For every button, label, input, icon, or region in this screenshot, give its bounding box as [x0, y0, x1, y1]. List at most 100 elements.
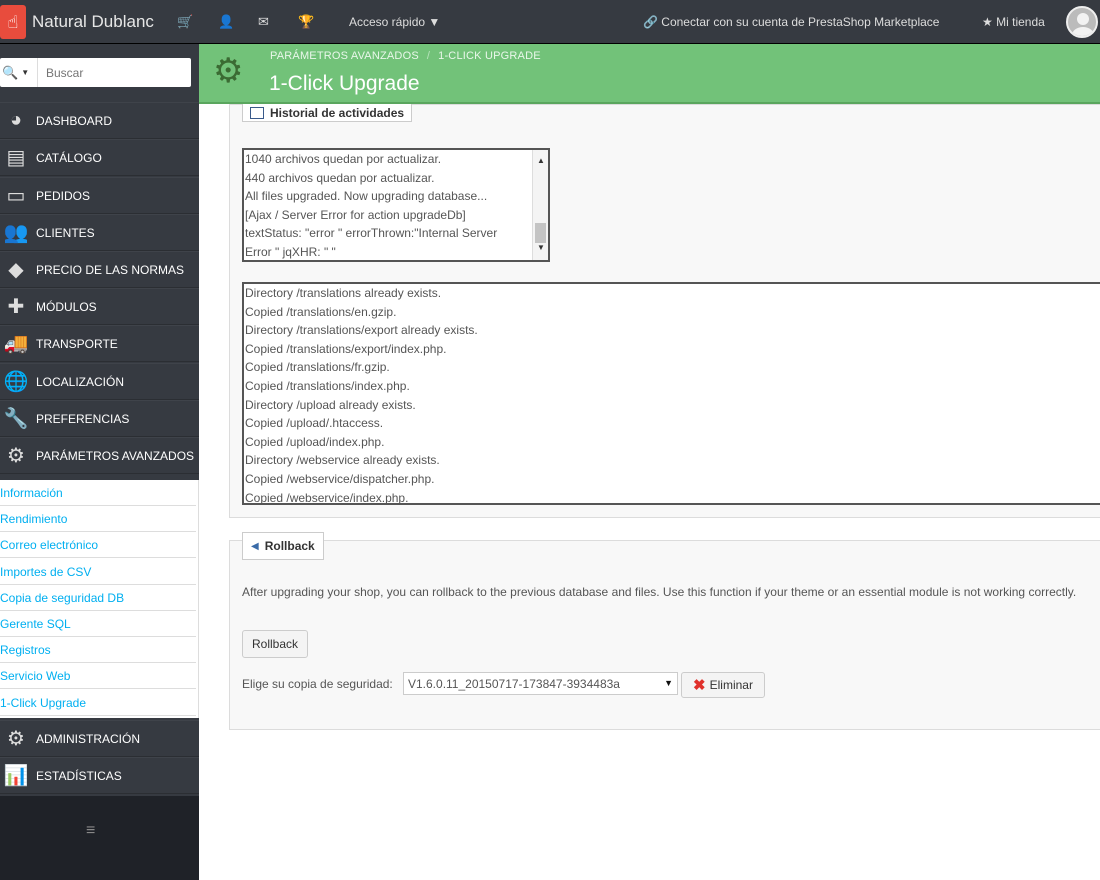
log-line: [Ajax / Server Error for action upgradeD…	[245, 207, 466, 222]
nav-item-stats[interactable]: 📊 ESTADÍSTICAS	[0, 757, 199, 794]
advanced-parameters-submenu: Información Rendimiento Correo electróni…	[0, 480, 199, 718]
activity-log-short[interactable]: 1040 archivos quedan por actualizar. 440…	[242, 148, 550, 262]
search-input[interactable]	[38, 65, 178, 80]
globe-icon: 🌐	[3, 371, 29, 393]
nav-label: TRANSPORTE	[36, 336, 118, 351]
scroll-up-icon[interactable]: ▲	[537, 152, 545, 171]
close-icon: ✖	[693, 677, 706, 694]
breadcrumb-separator: /	[426, 50, 431, 62]
nav-label: PEDIDOS	[36, 188, 91, 203]
nav-item-advanced-parameters[interactable]: ⚙ PARÁMETROS AVANZADOS	[0, 437, 199, 474]
envelope-icon[interactable]: ✉	[258, 14, 269, 30]
submenu-item-1-click-upgrade[interactable]: 1-Click Upgrade	[0, 690, 196, 716]
trophy-icon[interactable]: 🏆	[298, 14, 314, 30]
scroll-down-icon[interactable]: ▼	[537, 239, 545, 258]
menu-collapse-icon[interactable]: ≡	[86, 822, 95, 840]
history-legend-label: Historial de actividades	[270, 105, 405, 120]
nav-label: CATÁLOGO	[36, 150, 102, 165]
cogs-icon: ⚙	[7, 445, 25, 467]
my-shop-link[interactable]: ★ Mi tienda	[982, 15, 1045, 29]
log-line: Error " jqXHR: " "	[245, 244, 336, 259]
marketplace-link[interactable]: 🔗 Conectar con su cuenta de PrestaShop M…	[643, 15, 939, 29]
submenu-item-performance[interactable]: Rendimiento	[0, 506, 196, 532]
log-line: Copied /upload/.htaccess.	[245, 416, 384, 431]
book-icon: ▤	[6, 147, 26, 169]
submenu-item-logs[interactable]: Registros	[0, 637, 196, 663]
rollback-button[interactable]: Rollback	[242, 630, 308, 658]
caret-down-icon: ▼	[21, 68, 30, 77]
main-content: Historial de actividades 1040 archivos q…	[199, 104, 1100, 880]
shop-name[interactable]: Natural Dublanc	[32, 12, 154, 32]
nav-item-modules[interactable]: ✚ MÓDULOS	[0, 288, 199, 325]
log-line: All files upgraded. Now upgrading databa…	[245, 189, 488, 204]
dashboard-icon: ◕	[9, 109, 23, 131]
activity-log-detailed[interactable]: Directory /translations already exists. …	[242, 282, 1100, 505]
log-line: Copied /upload/index.php.	[245, 434, 385, 449]
log-line: Copied /translations/en.gzip.	[245, 304, 397, 319]
nav-item-customers[interactable]: 👥 CLIENTES	[0, 214, 199, 251]
nav-item-localization[interactable]: 🌐 LOCALIZACIÓN	[0, 363, 199, 400]
truck-icon: 🚚	[3, 333, 29, 355]
log-line: Directory /translations/export already e…	[245, 323, 478, 338]
quick-access-menu[interactable]: Acceso rápido ▼	[349, 15, 440, 29]
nav-item-shipping[interactable]: 🚚 TRANSPORTE	[0, 325, 199, 362]
nav-label: PRECIO DE LAS NORMAS	[36, 262, 185, 277]
nav-item-catalog[interactable]: ▤ CATÁLOGO	[0, 139, 199, 176]
top-bar: ☝ Natural Dublanc 🛒 👤 ✉ 🏆 Acceso rápido …	[0, 0, 1100, 44]
quick-access-label: Acceso rápido	[349, 15, 426, 29]
search-box: 🔍 ▼	[0, 58, 191, 87]
page-header: ⚙ PARÁMETROS AVANZADOS / 1-CLICK UPGRADE 1…	[199, 44, 1100, 104]
avatar[interactable]	[1066, 6, 1098, 38]
submenu-item-db-backup[interactable]: Copia de seguridad DB	[0, 585, 196, 611]
caret-down-icon: ▼	[664, 678, 673, 688]
search-type-select[interactable]: 🔍 ▼	[0, 58, 38, 87]
log-line: Copied /webservice/dispatcher.php.	[245, 471, 435, 486]
caret-down-icon: ▼	[428, 15, 441, 29]
nav-item-orders[interactable]: ▭ PEDIDOS	[0, 177, 199, 214]
sidebar-footer	[0, 796, 199, 880]
users-icon: 👥	[3, 222, 29, 244]
nav-item-dashboard[interactable]: ◕ DASHBOARD	[0, 102, 199, 139]
log-line: Directory /translations already exists.	[245, 286, 442, 300]
star-icon: ★	[982, 15, 993, 29]
credit-card-icon: ▭	[6, 185, 26, 207]
book-icon	[250, 106, 264, 119]
log-line: Directory /upload already exists.	[245, 397, 416, 412]
submenu-item-email[interactable]: Correo electrónico	[0, 532, 196, 558]
user-icon[interactable]: 👤	[218, 14, 234, 30]
log-scrollbar[interactable]: ▲ ▼	[532, 150, 548, 260]
submenu-item-csv-import[interactable]: Importes de CSV	[0, 559, 196, 585]
submenu-item-sql-manager[interactable]: Gerente SQL	[0, 611, 196, 637]
delete-backup-button[interactable]: ✖ Eliminar	[681, 672, 765, 698]
prestashop-logo-icon[interactable]: ☝	[0, 5, 26, 39]
submenu-item-information[interactable]: Información	[0, 480, 196, 506]
nav-item-price-rules[interactable]: ◆ PRECIO DE LAS NORMAS	[0, 251, 199, 288]
submenu-item-webservice[interactable]: Servicio Web	[0, 663, 196, 689]
rollback-legend: ◀ Rollback	[242, 532, 324, 560]
delete-button-label: Eliminar	[709, 678, 753, 692]
breadcrumb: PARÁMETROS AVANZADOS / 1-CLICK UPGRADE	[270, 50, 541, 62]
breadcrumb-current[interactable]: 1-CLICK UPGRADE	[438, 50, 541, 62]
cart-icon[interactable]: 🛒	[177, 14, 193, 30]
backup-select-label: Elige su copia de seguridad:	[242, 677, 393, 691]
cogs-icon: ⚙	[213, 52, 244, 90]
nav-label: ADMINISTRACIÓN	[36, 731, 141, 746]
nav-label: ESTADÍSTICAS	[36, 768, 122, 783]
backup-select[interactable]: V1.6.0.11_20150717-173847-3934483a ▼	[403, 672, 678, 695]
wrench-icon: 🔧	[3, 408, 29, 430]
nav-item-administration[interactable]: ⚙ ADMINISTRACIÓN	[0, 720, 199, 757]
log-line: textStatus: "error " errorThrown:"Intern…	[245, 226, 498, 241]
my-shop-label: Mi tienda	[996, 15, 1045, 29]
nav-label: PARÁMETROS AVANZADOS	[36, 448, 195, 463]
tag-icon: ◆	[8, 259, 24, 281]
backup-select-value: V1.6.0.11_20150717-173847-3934483a	[408, 676, 620, 691]
nav-label: PREFERENCIAS	[36, 411, 130, 426]
breadcrumb-parent[interactable]: PARÁMETROS AVANZADOS	[270, 50, 419, 62]
log-line: 440 archivos quedan por actualizar.	[245, 170, 435, 185]
rollback-legend-label: Rollback	[264, 539, 315, 553]
log-line: Copied /translations/fr.gzip.	[245, 360, 390, 375]
nav-label: MÓDULOS	[36, 299, 97, 314]
log-line: 1040 archivos quedan por actualizar.	[245, 152, 442, 166]
log-line: Copied /webservice/index.php.	[245, 490, 409, 505]
nav-item-preferences[interactable]: 🔧 PREFERENCIAS	[0, 400, 199, 437]
